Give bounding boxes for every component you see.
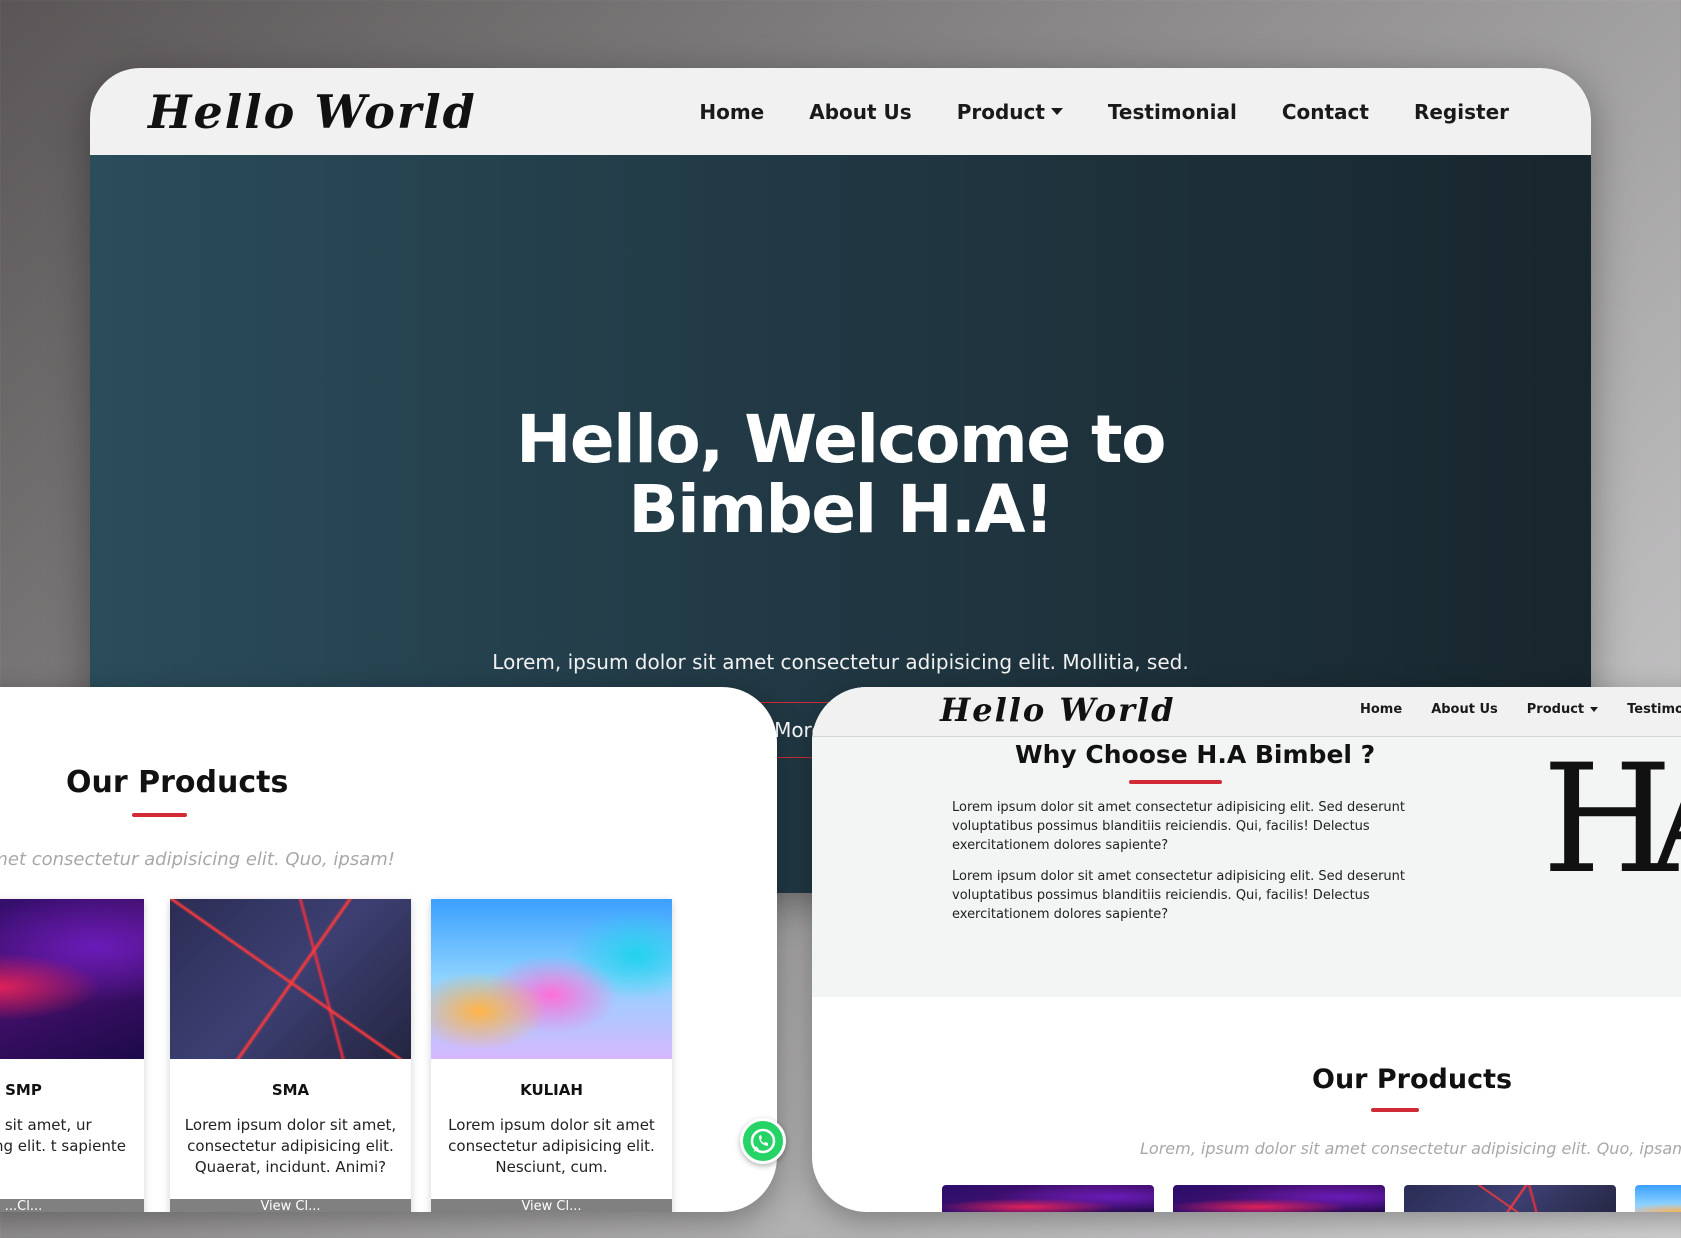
caret-down-icon [1590,707,1599,712]
products-subtitle: olor sit amet consectetur adipisicing el… [0,849,396,870]
card-title: KULIAH [520,1081,583,1099]
view-class-button[interactable]: ...Cl... [0,1199,144,1212]
products-subtitle: Lorem, ipsum dolor sit amet consectetur … [1140,1139,1681,1158]
nav-product-dropdown[interactable]: Product [1526,702,1599,717]
hero-subtitle: Lorem, ipsum dolor sit amet consectetur … [492,650,1189,674]
site-logo[interactable]: Hello World [940,691,1175,729]
product-card-preview [1635,1185,1681,1212]
product-card-kuliah: KULIAH Lorem ipsum dolor sit amet consec… [431,899,672,1212]
whatsapp-button[interactable] [740,1118,786,1164]
ha-logo: HA [1542,733,1681,907]
product-card-preview [1404,1185,1616,1212]
why-choose-section: Why Choose H.A Bimbel ? Lorem ipsum dolo… [812,737,1681,997]
nav-about-us[interactable]: About Us [809,100,911,124]
product-card-preview [942,1185,1154,1212]
title-underline [1129,780,1222,784]
nav-product-label: Product [956,99,1045,124]
products-mockup: Our Products olor sit amet consectetur a… [0,687,777,1212]
nav-links: Home About Us Product Testimonial Contac… [699,100,1509,124]
card-description: Lorem ipsum dolor sit amet, consectetur … [184,1116,397,1176]
nav-testimonial[interactable]: Testimonial [1627,702,1681,717]
nav-testimonial[interactable]: Testimonial [1108,100,1237,124]
navbar: Hello World Home About Us Product Testim… [90,68,1591,155]
about-mockup: Hello World Home About Us Product Testim… [812,687,1681,1212]
nav-home[interactable]: Home [699,100,764,124]
products-title: Our Products [66,765,289,800]
hero-title-line-1: Hello, Welcome to [516,401,1166,478]
hero-title-line-2: Bimbel H.A! [628,471,1054,548]
why-choose-title: Why Choose H.A Bimbel ? [1015,740,1376,769]
nav-links: Home About Us Product Testimonial [1360,702,1681,717]
view-class-button[interactable]: View Cl... [170,1199,411,1212]
nav-home[interactable]: Home [1360,702,1402,717]
why-paragraph-2: Lorem ipsum dolor sit amet consectetur a… [952,869,1406,922]
nav-contact[interactable]: Contact [1282,100,1369,124]
product-card-sma: SMA Lorem ipsum dolor sit amet, consecte… [170,899,411,1212]
card-image [431,899,672,1059]
title-underline [132,813,187,817]
products-title: Our Products [1312,1064,1513,1095]
card-description: Lorem ipsum dolor sit amet consectetur a… [448,1116,655,1176]
site-logo[interactable]: Hello World [148,85,477,139]
product-card-smp: SMP um dolor sit amet, ur adipisicing el… [0,899,144,1212]
title-underline [1371,1108,1419,1112]
whatsapp-icon [750,1128,776,1154]
product-card-preview [1173,1185,1385,1212]
card-title: SMP [5,1081,42,1099]
hero-title: Hello, Welcome to Bimbel H.A! [90,405,1591,545]
card-description: um dolor sit amet, ur adipisicing elit. … [0,1116,126,1155]
card-image [0,899,144,1059]
nav-register[interactable]: Register [1414,100,1509,124]
nav-product-label: Product [1526,702,1585,717]
caret-down-icon [1050,108,1063,115]
card-image [170,899,411,1059]
nav-about-us[interactable]: About Us [1431,702,1498,717]
navbar: Hello World Home About Us Product Testim… [812,687,1681,737]
view-class-button[interactable]: View Cl... [431,1199,672,1212]
card-title: SMA [271,1081,310,1099]
nav-product-dropdown[interactable]: Product [957,100,1063,124]
why-paragraph-1: Lorem ipsum dolor sit amet consectetur a… [952,800,1406,853]
